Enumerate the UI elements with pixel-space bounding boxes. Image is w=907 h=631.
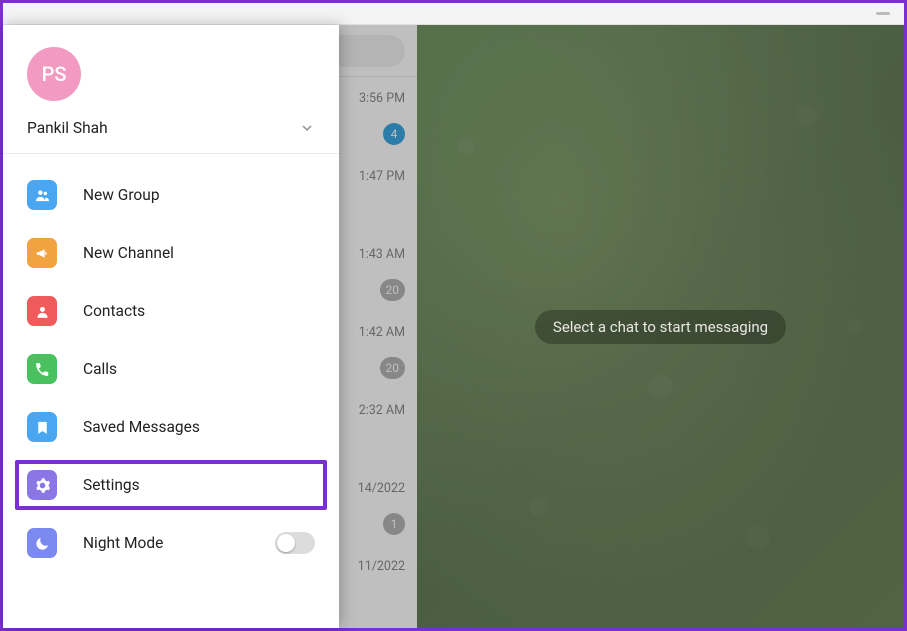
menu-item-label: New Channel [83, 244, 174, 262]
group-icon [27, 180, 57, 210]
menu-item-saved-messages[interactable]: Saved Messages [3, 398, 339, 456]
chat-time: 11/2022 [358, 559, 405, 574]
chat-time: 2:32 AM [359, 403, 405, 418]
menu-item-label: Night Mode [83, 534, 163, 552]
chat-time: 3:56 PM [359, 91, 405, 106]
menu-list: New Group New Channel Contacts Calls Saved M… [3, 154, 339, 584]
unread-badge: 20 [380, 357, 406, 379]
menu-item-settings[interactable]: Settings [13, 458, 329, 512]
chat-time: 14/2022 [358, 481, 405, 496]
menu-item-label: Settings [83, 476, 140, 494]
menu-item-new-channel[interactable]: New Channel [3, 224, 339, 282]
moon-icon [27, 528, 57, 558]
gear-icon [27, 470, 57, 500]
menu-item-label: Contacts [83, 302, 145, 320]
megaphone-icon [27, 238, 57, 268]
menu-item-night-mode[interactable]: Night Mode [3, 514, 339, 572]
chat-time: 1:43 AM [359, 247, 405, 262]
menu-item-contacts[interactable]: Contacts [3, 282, 339, 340]
profile-section[interactable]: PS Pankil Shah [3, 25, 339, 154]
menu-item-calls[interactable]: Calls [3, 340, 339, 398]
menu-item-new-group[interactable]: New Group [3, 166, 339, 224]
menu-item-label: New Group [83, 186, 160, 204]
chat-time: 1:47 PM [359, 169, 405, 184]
avatar[interactable]: PS [27, 47, 81, 101]
chat-background: Select a chat to start messaging [417, 25, 904, 628]
unread-badge: 1 [383, 513, 405, 535]
profile-name: Pankil Shah [27, 119, 108, 137]
hamburger-menu-panel: PS Pankil Shah New Group New Channel Conta… [3, 25, 339, 628]
contact-icon [27, 296, 57, 326]
menu-item-label: Calls [83, 360, 117, 378]
night-mode-toggle[interactable] [275, 532, 315, 554]
chevron-down-icon[interactable] [299, 120, 315, 136]
minimize-icon[interactable] [876, 12, 890, 15]
bookmark-icon [27, 412, 57, 442]
chat-time: 1:42 AM [359, 325, 405, 340]
empty-chat-prompt: Select a chat to start messaging [535, 310, 786, 344]
menu-item-label: Saved Messages [83, 418, 200, 436]
window-titlebar [3, 3, 904, 25]
unread-badge: 4 [383, 123, 405, 145]
phone-icon [27, 354, 57, 384]
unread-badge: 20 [380, 279, 406, 301]
